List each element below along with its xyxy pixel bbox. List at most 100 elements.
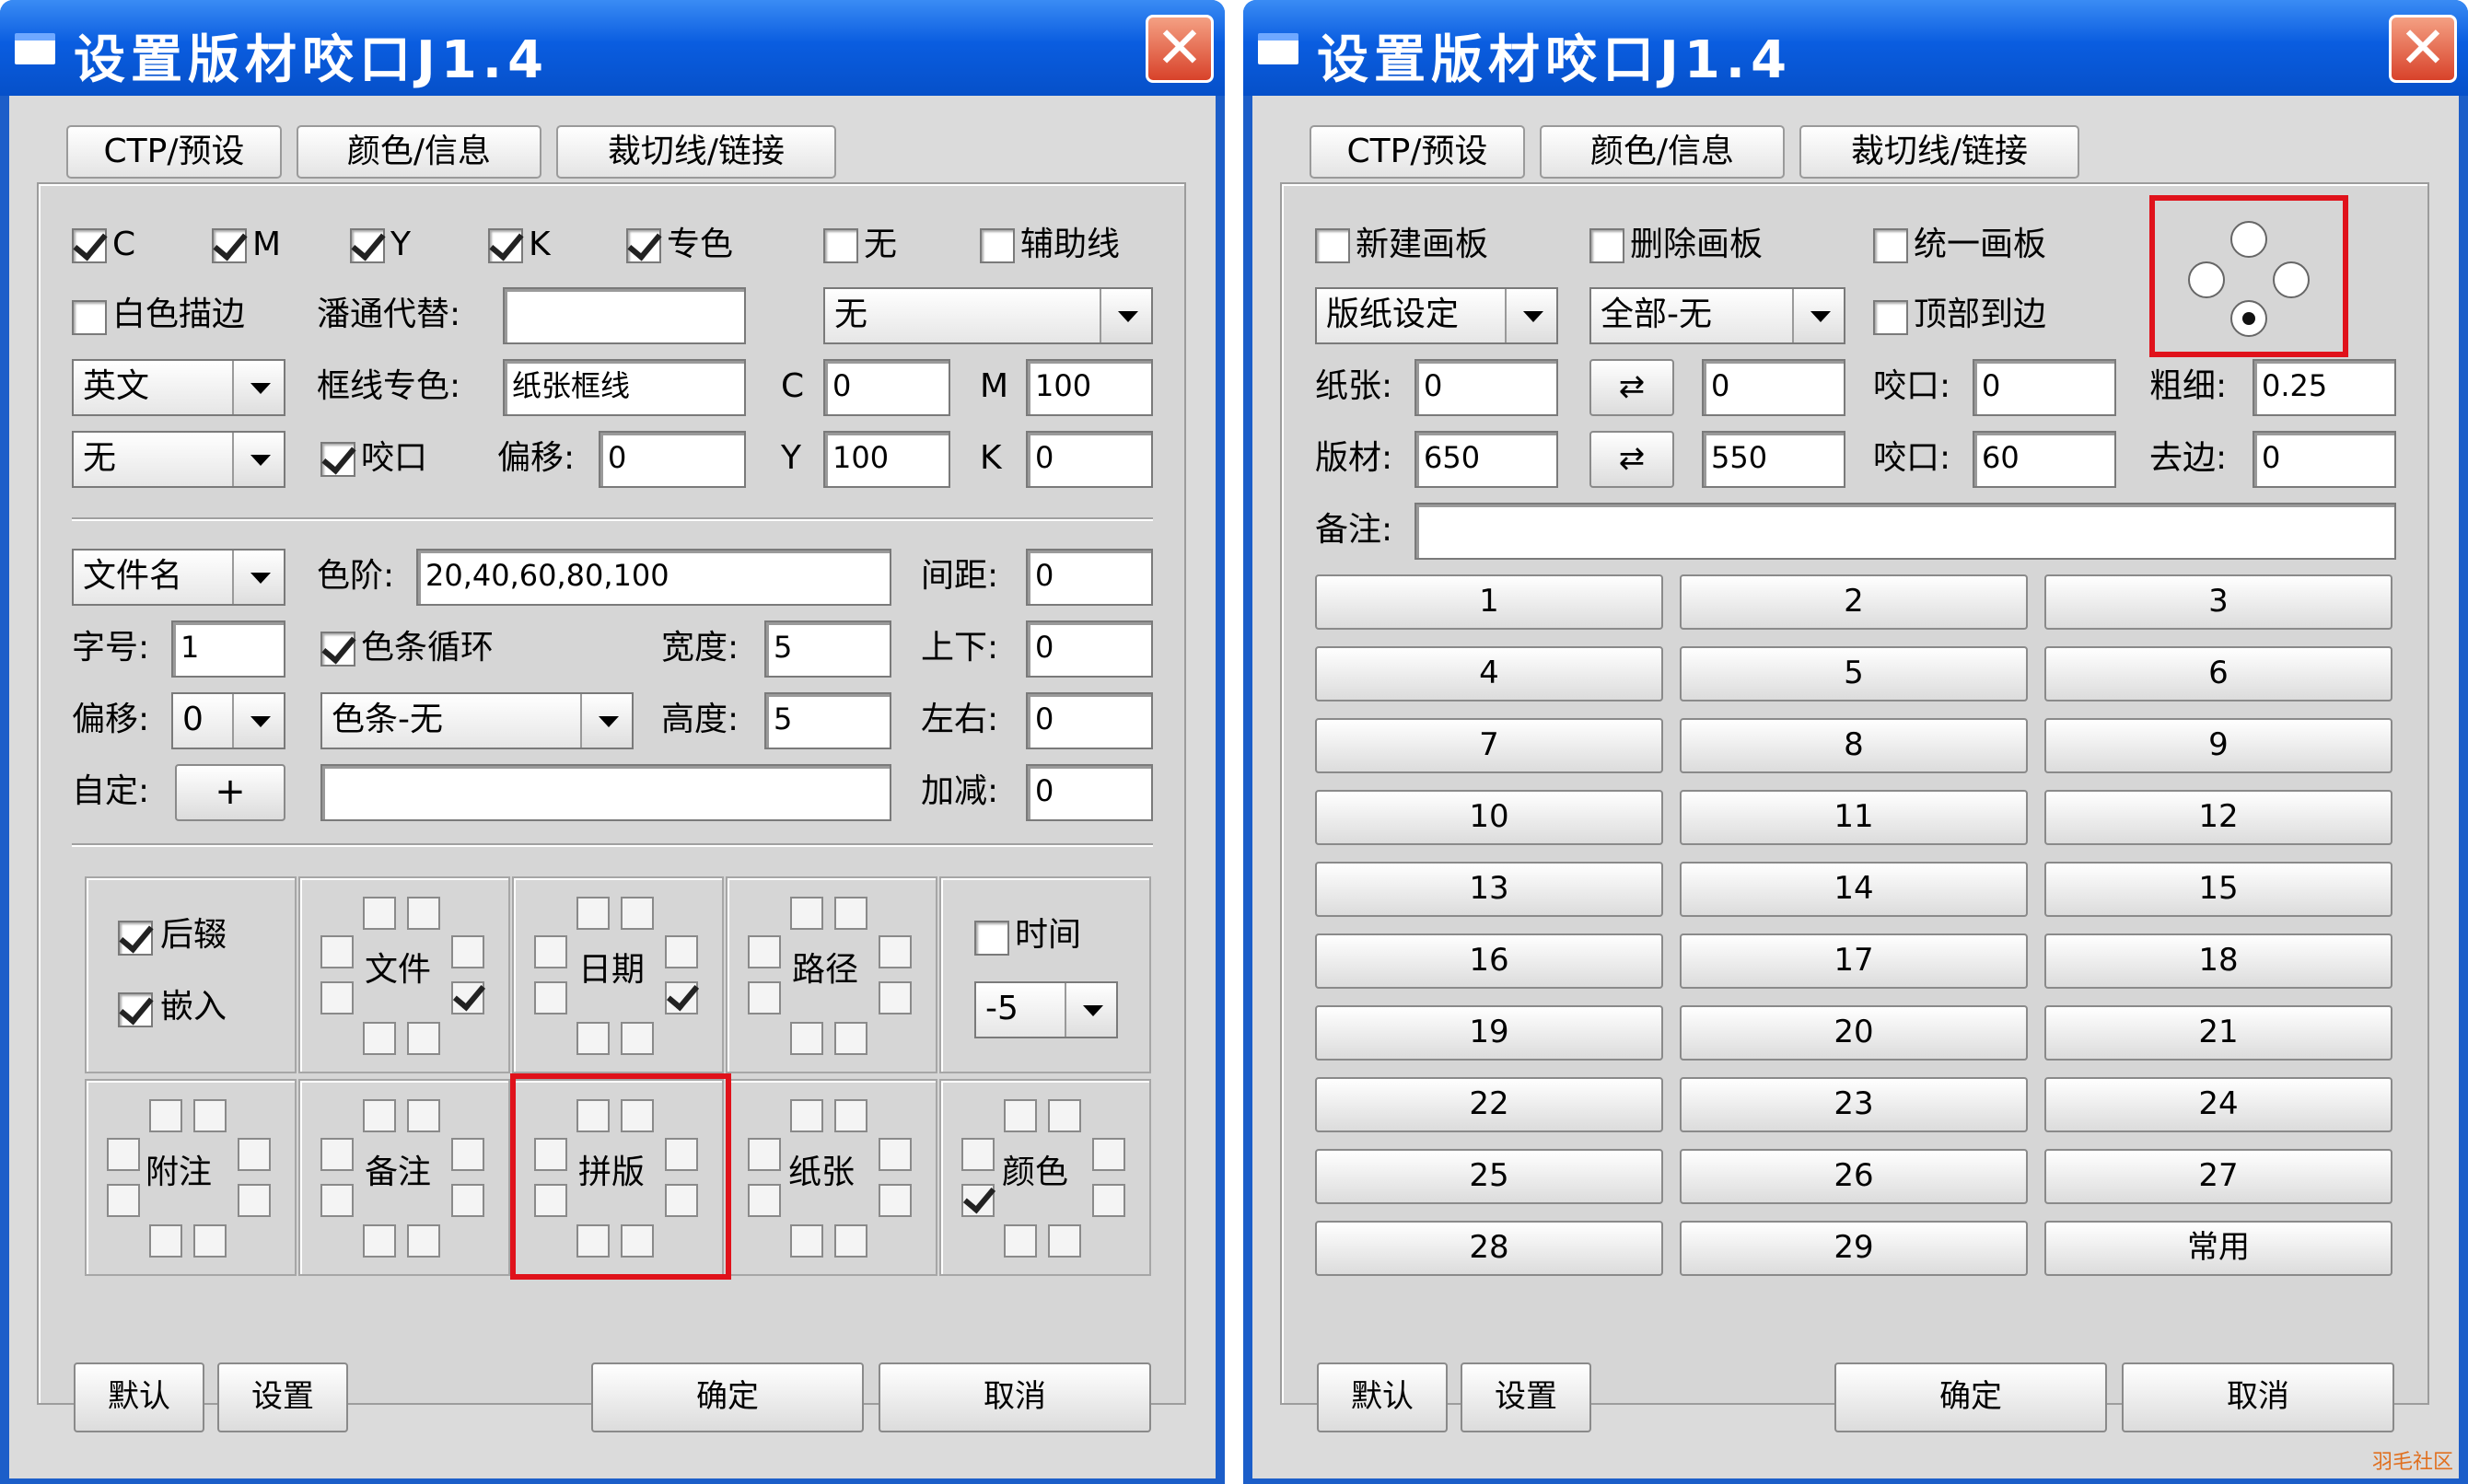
- checkbox-white-outline[interactable]: [72, 300, 107, 335]
- checkbox-k[interactable]: [488, 228, 523, 263]
- preset-button[interactable]: 24: [2044, 1077, 2392, 1132]
- width-input[interactable]: 5: [764, 620, 891, 678]
- preset-button[interactable]: 27: [2044, 1149, 2392, 1204]
- preset-button[interactable]: 4: [1315, 646, 1663, 701]
- pos-checkbox[interactable]: [879, 1138, 912, 1171]
- pos-checkbox[interactable]: [407, 897, 440, 930]
- checkbox-embed[interactable]: [118, 992, 153, 1027]
- checkbox-delete-board[interactable]: [1589, 228, 1624, 263]
- title-bar[interactable]: 设置版材咬口J1.4 ✕: [0, 0, 1225, 96]
- pos-checkbox[interactable]: [748, 1184, 781, 1217]
- checkbox-spot[interactable]: [626, 228, 661, 263]
- preset-button[interactable]: 9: [2044, 718, 2392, 773]
- preset-button[interactable]: 12: [2044, 790, 2392, 845]
- pos-checkbox[interactable]: [879, 981, 912, 1014]
- paper-width-input[interactable]: 0: [1414, 359, 1558, 416]
- plate-height-input[interactable]: 550: [1702, 431, 1845, 488]
- position-radio-right[interactable]: [2273, 261, 2310, 298]
- y-input[interactable]: 100: [823, 431, 950, 488]
- checkbox-y[interactable]: [350, 228, 385, 263]
- preset-button[interactable]: 29: [1680, 1221, 2028, 1276]
- pos-checkbox[interactable]: [879, 1184, 912, 1217]
- pos-checkbox[interactable]: [790, 897, 823, 930]
- pos-checkbox[interactable]: [834, 1022, 867, 1055]
- preset-button[interactable]: 23: [1680, 1077, 2028, 1132]
- pos-checkbox[interactable]: [363, 1022, 396, 1055]
- preset-button[interactable]: 22: [1315, 1077, 1663, 1132]
- pos-checkbox[interactable]: [834, 897, 867, 930]
- pos-checkbox[interactable]: [621, 897, 654, 930]
- offset-input[interactable]: 0: [599, 431, 746, 488]
- spot-select[interactable]: 无: [823, 287, 1153, 344]
- checkbox-unify-board[interactable]: [1873, 228, 1908, 263]
- preset-button[interactable]: 6: [2044, 646, 2392, 701]
- position-radio-left[interactable]: [2188, 261, 2225, 298]
- position-radio-bottom[interactable]: [2230, 300, 2267, 337]
- chevron-down-icon[interactable]: [1792, 289, 1844, 342]
- time-select[interactable]: -5: [974, 981, 1118, 1038]
- pos-checkbox[interactable]: [149, 1224, 182, 1258]
- preset-button[interactable]: 7: [1315, 718, 1663, 773]
- preset-button[interactable]: 11: [1680, 790, 2028, 845]
- pos-checkbox[interactable]: [238, 1138, 271, 1171]
- pantone-sub-input[interactable]: [503, 287, 746, 344]
- pos-checkbox[interactable]: [363, 897, 396, 930]
- c-input[interactable]: 0: [823, 359, 950, 416]
- pos-checkbox[interactable]: [320, 1138, 354, 1171]
- ok-button[interactable]: 确定: [591, 1362, 864, 1432]
- preset-button[interactable]: 20: [1680, 1005, 2028, 1061]
- checkbox-m[interactable]: [212, 228, 247, 263]
- pos-checkbox[interactable]: [1092, 1184, 1125, 1217]
- bite2-input[interactable]: 60: [1973, 431, 2116, 488]
- checkbox-none[interactable]: [823, 228, 858, 263]
- pos-checkbox[interactable]: [790, 1022, 823, 1055]
- paper-height-input[interactable]: 0: [1702, 359, 1845, 416]
- chevron-down-icon[interactable]: [232, 551, 284, 604]
- preset-button[interactable]: 3: [2044, 574, 2392, 630]
- pos-checkbox[interactable]: [107, 1184, 140, 1217]
- colorbar-select[interactable]: 色条-无: [320, 692, 634, 749]
- settings-button[interactable]: 设置: [217, 1362, 348, 1432]
- language-select[interactable]: 英文: [72, 359, 285, 416]
- pos-checkbox[interactable]: [1048, 1099, 1081, 1132]
- fontsize-input[interactable]: 1: [171, 620, 285, 678]
- pos-checkbox[interactable]: [790, 1099, 823, 1132]
- height-input[interactable]: 5: [764, 692, 891, 749]
- preset-button[interactable]: 21: [2044, 1005, 2392, 1061]
- frame-spot-input[interactable]: 纸张框线: [503, 359, 746, 416]
- pos-checkbox[interactable]: [748, 935, 781, 968]
- pos-checkbox[interactable]: [451, 935, 484, 968]
- k-input[interactable]: 0: [1026, 431, 1153, 488]
- checkbox-top-edge[interactable]: [1873, 300, 1908, 335]
- chevron-down-icon[interactable]: [232, 694, 284, 748]
- none-select[interactable]: 无: [72, 431, 285, 488]
- pos-checkbox[interactable]: [834, 1099, 867, 1132]
- pos-checkbox[interactable]: [748, 981, 781, 1014]
- tab-ctp-preset[interactable]: CTP/预设: [1310, 125, 1525, 179]
- close-icon[interactable]: ✕: [2389, 15, 2457, 83]
- checkbox-guides[interactable]: [980, 228, 1015, 263]
- preset-button[interactable]: 2: [1680, 574, 2028, 630]
- preset-button[interactable]: 28: [1315, 1221, 1663, 1276]
- preset-button[interactable]: 8: [1680, 718, 2028, 773]
- pos-checkbox[interactable]: [363, 1099, 396, 1132]
- chevron-down-icon[interactable]: [1065, 983, 1116, 1037]
- pos-checkbox[interactable]: [961, 1138, 995, 1171]
- preset-button[interactable]: 19: [1315, 1005, 1663, 1061]
- plate-width-input[interactable]: 650: [1414, 431, 1558, 488]
- tab-cutline-link[interactable]: 裁切线/链接: [1799, 125, 2079, 179]
- checkbox-bite[interactable]: [320, 442, 355, 477]
- preset-button[interactable]: 1: [1315, 574, 1663, 630]
- pos-checkbox[interactable]: [790, 1224, 823, 1258]
- pos-checkbox[interactable]: [407, 1099, 440, 1132]
- pos-checkbox[interactable]: [576, 897, 610, 930]
- preset-button[interactable]: 26: [1680, 1149, 2028, 1204]
- title-bar[interactable]: 设置版材咬口J1.4 ✕: [1243, 0, 2468, 96]
- pos-checkbox[interactable]: [621, 1022, 654, 1055]
- note-input[interactable]: [1414, 503, 2396, 560]
- preset-button[interactable]: 17: [1680, 933, 2028, 989]
- custom-input[interactable]: [320, 764, 891, 821]
- close-icon[interactable]: ✕: [1146, 15, 1214, 83]
- pos-checkbox[interactable]: [1004, 1224, 1037, 1258]
- default-button[interactable]: 默认: [1317, 1362, 1448, 1432]
